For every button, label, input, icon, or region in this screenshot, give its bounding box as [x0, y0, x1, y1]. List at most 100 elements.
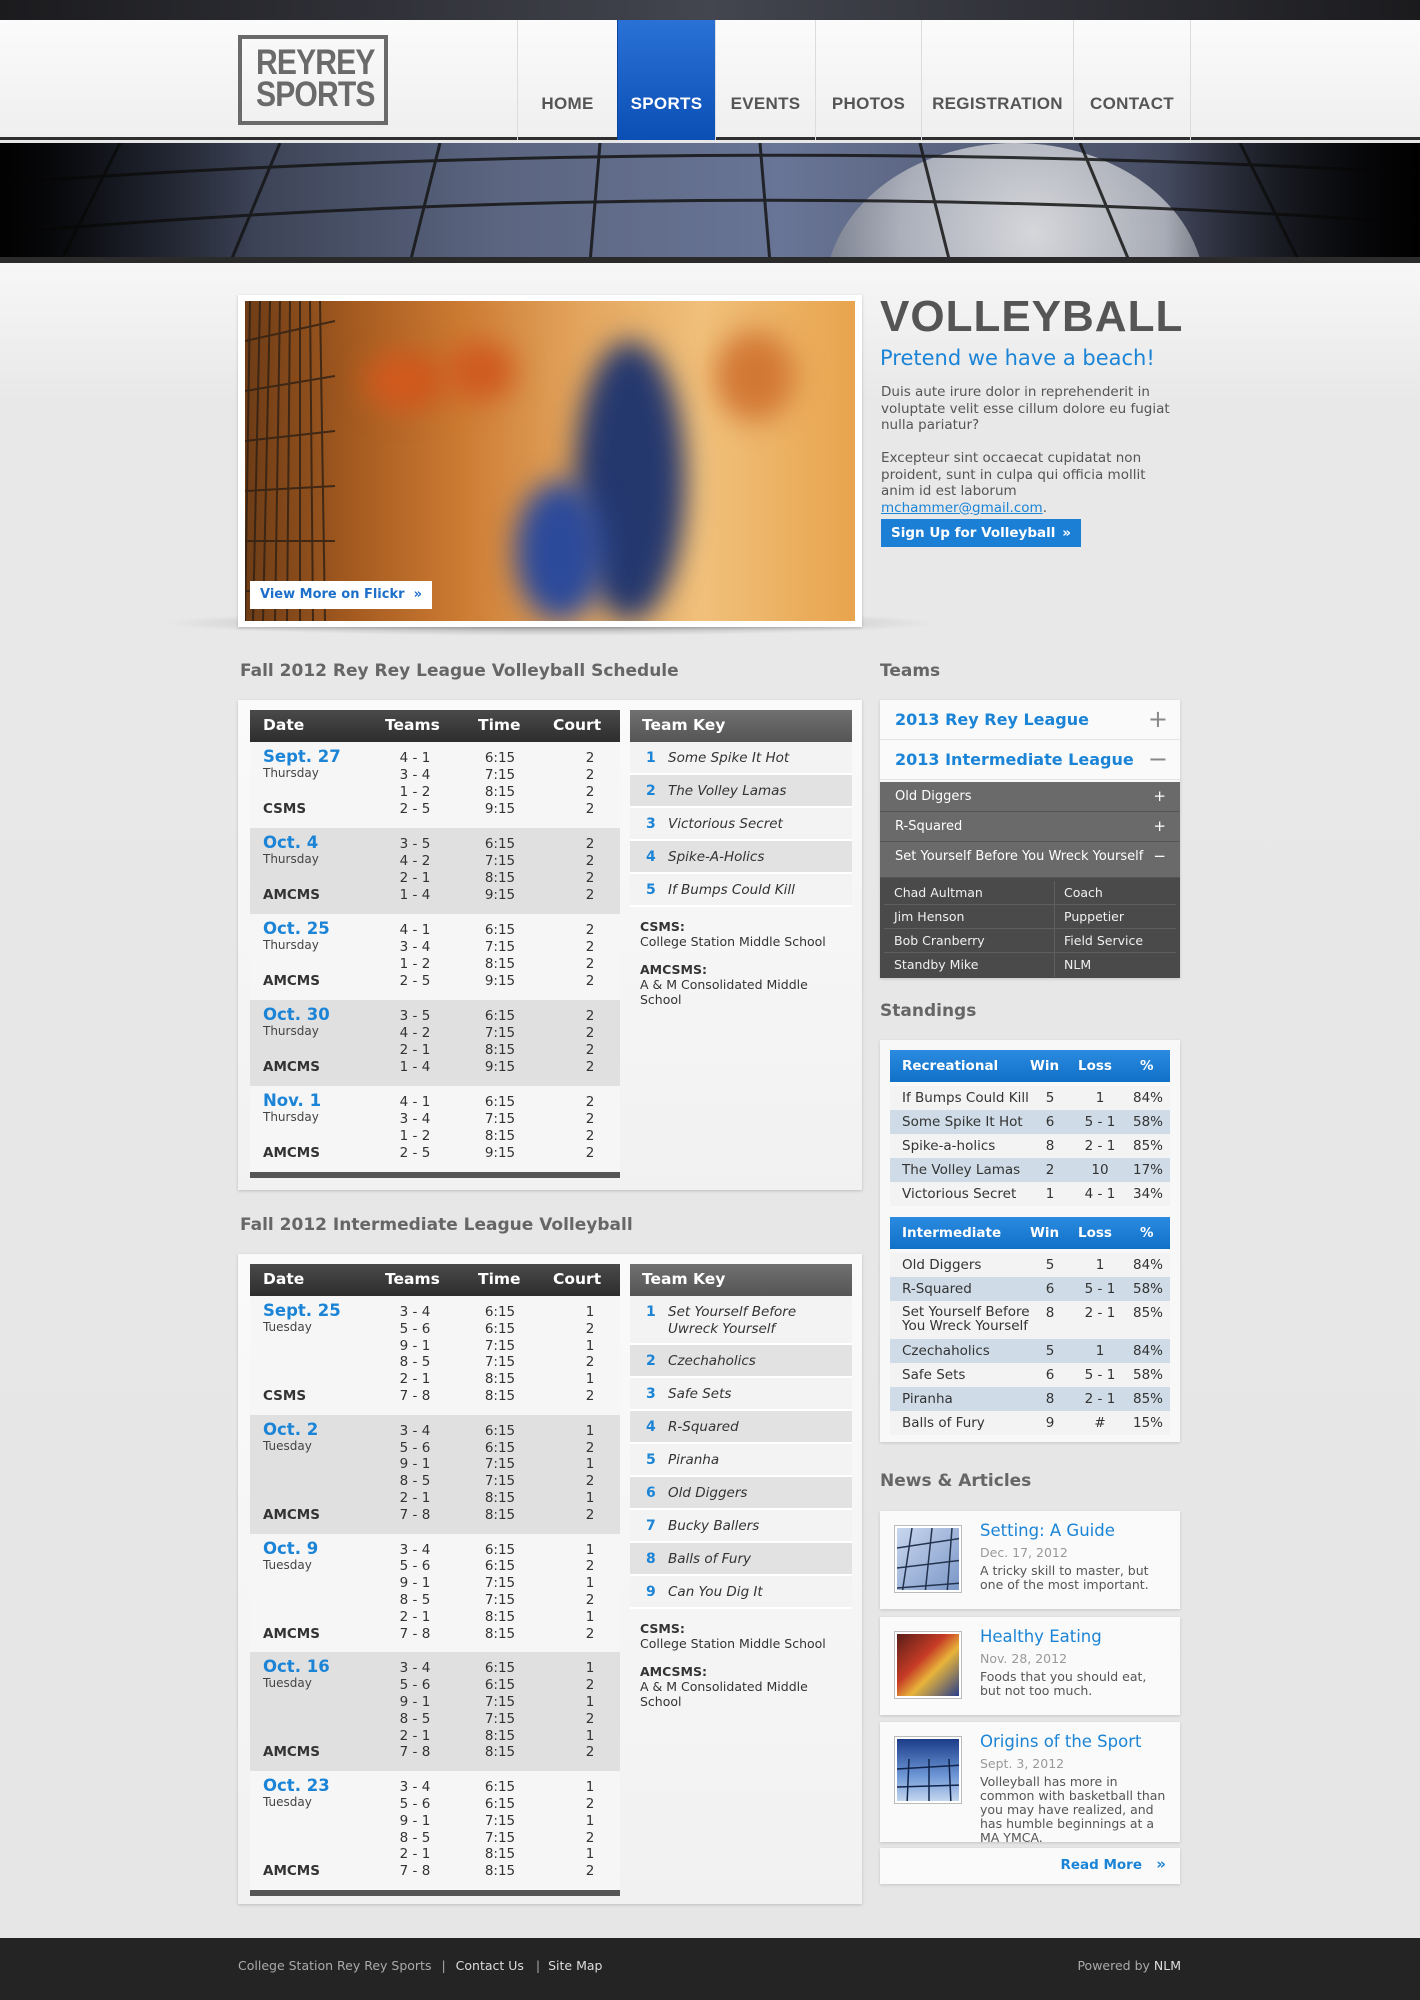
match-row: 5 - 6 6:15 2 [250, 1558, 620, 1575]
match-row: 7 - 8 8:15 2 [250, 1388, 620, 1405]
match-time: 7:15 [484, 853, 516, 869]
roster-name: Jim Henson [894, 909, 965, 924]
feature-photo[interactable]: View More on Flickr » [245, 301, 855, 621]
match-teams: 4 - 1 [399, 750, 431, 766]
read-more-button[interactable]: Read More » [880, 1848, 1180, 1884]
schedule-date-group: Nov. 1 Thursday AMCMS 4 - 1 6:15 2 3 - 4 7:15 2 1… [250, 1086, 620, 1172]
column-header[interactable]: Court [553, 716, 601, 734]
roster-row: Standby Mike NLM [884, 953, 1176, 977]
footer-sitemap-link[interactable]: Site Map [548, 1958, 602, 1973]
volleyball-banner [0, 143, 1420, 263]
team-number: 4 [646, 849, 656, 865]
match-row: 3 - 4 7:15 2 [250, 939, 620, 956]
standings-column-header[interactable]: Win [1030, 1058, 1059, 1074]
match-time: 8:15 [484, 956, 516, 972]
news-title[interactable]: Setting: A Guide [980, 1521, 1115, 1540]
column-header[interactable]: Date [263, 1270, 304, 1288]
team-old-diggers[interactable]: Old Diggers + [880, 782, 1180, 812]
footer-powered-link[interactable]: NLM [1154, 1958, 1181, 1973]
signup-button[interactable]: Sign Up for Volleyball » [881, 519, 1081, 547]
match-court: 2 [585, 784, 595, 800]
nav-photos[interactable]: PHOTOS [815, 20, 921, 140]
team-name: Can You Dig It [668, 1584, 763, 1600]
news-title[interactable]: Origins of the Sport [980, 1732, 1141, 1751]
footer-contact-link[interactable]: Contact Us [456, 1958, 524, 1973]
match-time: 8:15 [484, 784, 516, 800]
league-rey-rey[interactable]: 2013 Rey Rey League + [880, 700, 1180, 740]
losses: # [1094, 1415, 1106, 1431]
match-court: 2 [585, 1506, 595, 1523]
match-teams: 8 - 5 [399, 1829, 431, 1846]
plus-icon[interactable]: + [1148, 705, 1168, 733]
team-number: 3 [646, 1386, 656, 1402]
standings-row: Victorious Secret 1 4 - 1 34% [890, 1182, 1170, 1206]
news-thumbnail[interactable] [895, 1632, 961, 1698]
standings-column-header[interactable]: % [1140, 1225, 1154, 1241]
standings-column-header[interactable]: Loss [1078, 1225, 1112, 1241]
contact-paragraph: Excepteur sint occaecat cupidatat non pr… [881, 450, 1181, 516]
news-card[interactable]: Healthy Eating Nov. 28, 2012 Foods that … [880, 1617, 1180, 1715]
standings-column-header[interactable]: Win [1030, 1225, 1059, 1241]
standings-row: Old Diggers 5 1 84% [890, 1253, 1170, 1277]
team-number: 1 [646, 1304, 656, 1320]
team-set-yourself[interactable]: Set Yourself Before You Wreck Yourself − [880, 842, 1180, 878]
win-percent: 84% [1132, 1090, 1163, 1106]
wins: 5 [1045, 1343, 1055, 1359]
nav-contact[interactable]: CONTACT [1073, 20, 1191, 140]
nav-home[interactable]: HOME [517, 20, 617, 140]
plus-icon[interactable]: + [1153, 817, 1166, 835]
standings-column-header[interactable]: Recreational [902, 1058, 998, 1074]
league-intermediate[interactable]: 2013 Intermediate League − [880, 740, 1180, 780]
team-key-item: 4 Spike-A-Holics [630, 841, 852, 874]
losses: 1 [1095, 1343, 1105, 1359]
match-court: 2 [585, 836, 595, 852]
nav-registration[interactable]: REGISTRATION [921, 20, 1073, 140]
team-name: Safe Sets [668, 1386, 732, 1402]
column-header[interactable]: Teams [385, 1270, 440, 1288]
site-logo[interactable]: REYREY SPORTS [238, 35, 388, 125]
email-link[interactable]: mchammer@gmail.com [881, 500, 1043, 516]
match-teams: 3 - 5 [399, 1008, 431, 1024]
match-court: 1 [585, 1575, 595, 1592]
match-row: 1 - 2 8:15 2 [250, 1128, 620, 1145]
column-header[interactable]: Time [478, 716, 521, 734]
news-card[interactable]: Origins of the Sport Sept. 3, 2012 Volle… [880, 1722, 1180, 1845]
match-row: 9 - 1 7:15 1 [250, 1338, 620, 1355]
news-thumbnail[interactable] [895, 1526, 961, 1592]
roster-name: Standby Mike [894, 957, 979, 972]
standings-column-header[interactable]: % [1140, 1058, 1154, 1074]
news-title[interactable]: Healthy Eating [980, 1627, 1102, 1646]
minus-icon[interactable]: − [1148, 745, 1168, 773]
league-label: 2013 Intermediate League [895, 750, 1134, 769]
match-time: 6:15 [484, 1320, 516, 1337]
plus-icon[interactable]: + [1153, 787, 1166, 805]
double-chevron-icon: » [1156, 1855, 1166, 1873]
nav-events[interactable]: EVENTS [715, 20, 815, 140]
match-court: 2 [585, 801, 595, 817]
news-thumbnail[interactable] [895, 1737, 961, 1803]
column-header[interactable]: Date [263, 716, 304, 734]
nav-sports[interactable]: SPORTS [617, 20, 715, 140]
minus-icon[interactable]: − [1153, 847, 1166, 865]
column-header[interactable]: Time [478, 1270, 521, 1288]
column-header[interactable]: Court [553, 1270, 601, 1288]
match-row: 2 - 1 8:15 2 [250, 870, 620, 887]
flickr-button[interactable]: View More on Flickr » [250, 581, 432, 609]
match-row: 2 - 5 9:15 2 [250, 1145, 620, 1162]
roster-divider [1054, 953, 1055, 977]
standings-column-header[interactable]: Intermediate [902, 1225, 1001, 1241]
schedule-date-group: Oct. 23 Tuesday AMCMS 3 - 4 6:15 1 5 - 6 6:15 2 9… [250, 1771, 620, 1890]
match-teams: 9 - 1 [399, 1575, 431, 1592]
page-title: VOLLEYBALL [880, 292, 1184, 341]
team-number: 5 [646, 882, 656, 898]
news-card[interactable]: Setting: A Guide Dec. 17, 2012 A tricky … [880, 1511, 1180, 1609]
column-header[interactable]: Teams [385, 716, 440, 734]
match-row: 5 - 6 6:15 2 [250, 1796, 620, 1813]
losses: 4 - 1 [1084, 1186, 1116, 1202]
teams-heading: Teams [880, 661, 941, 681]
match-time: 6:15 [484, 1094, 516, 1110]
schedule-date-group: Oct. 2 Tuesday AMCMS 3 - 4 6:15 1 5 - 6 6:15 2 9 … [250, 1414, 620, 1534]
team-r-squared[interactable]: R-Squared + [880, 812, 1180, 842]
standings-column-header[interactable]: Loss [1078, 1058, 1112, 1074]
teams-accordion: 2013 Rey Rey League + 2013 Intermediate … [880, 700, 1180, 978]
